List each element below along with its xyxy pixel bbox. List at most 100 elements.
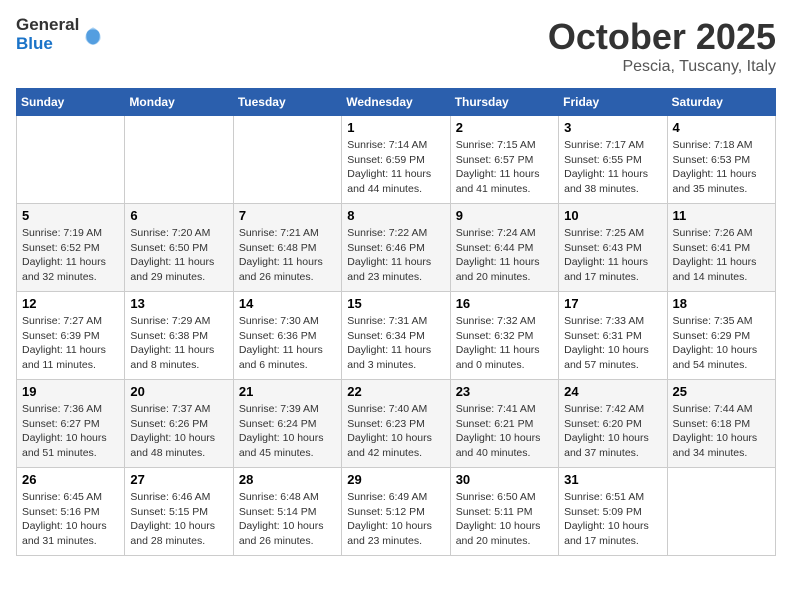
day-cell: 28 Sunrise: 6:48 AM Sunset: 5:14 PM Dayli… (233, 468, 341, 556)
month-title: October 2025 (548, 16, 776, 58)
title-block: October 2025 Pescia, Tuscany, Italy (548, 16, 776, 76)
day-info: Sunrise: 6:46 AM Sunset: 5:15 PM Dayligh… (130, 490, 227, 549)
weekday-header-sunday: Sunday (17, 89, 125, 116)
weekday-header-friday: Friday (559, 89, 667, 116)
day-cell: 10 Sunrise: 7:25 AM Sunset: 6:43 PM Dayli… (559, 204, 667, 292)
day-cell: 12 Sunrise: 7:27 AM Sunset: 6:39 PM Dayli… (17, 292, 125, 380)
day-number: 26 (22, 472, 119, 487)
day-info: Sunrise: 7:29 AM Sunset: 6:38 PM Dayligh… (130, 314, 227, 373)
weekday-header-row: SundayMondayTuesdayWednesdayThursdayFrid… (17, 89, 776, 116)
day-info: Sunrise: 7:31 AM Sunset: 6:34 PM Dayligh… (347, 314, 444, 373)
day-number: 31 (564, 472, 661, 487)
weekday-header-monday: Monday (125, 89, 233, 116)
day-info: Sunrise: 7:21 AM Sunset: 6:48 PM Dayligh… (239, 226, 336, 285)
day-cell: 7 Sunrise: 7:21 AM Sunset: 6:48 PM Daylig… (233, 204, 341, 292)
day-cell: 19Sunrise: 7:36 AM Sunset: 6:27 PM Dayli… (17, 380, 125, 468)
day-cell: 1Sunrise: 7:14 AM Sunset: 6:59 PM Daylig… (342, 116, 450, 204)
weekday-header-thursday: Thursday (450, 89, 558, 116)
day-number: 7 (239, 208, 336, 223)
day-info: Sunrise: 7:37 AM Sunset: 6:26 PM Dayligh… (130, 402, 227, 461)
day-info: Sunrise: 6:51 AM Sunset: 5:09 PM Dayligh… (564, 490, 661, 549)
day-number: 11 (673, 208, 770, 223)
day-cell: 13 Sunrise: 7:29 AM Sunset: 6:38 PM Dayli… (125, 292, 233, 380)
calendar-table: SundayMondayTuesdayWednesdayThursdayFrid… (16, 88, 776, 556)
day-number: 13 (130, 296, 227, 311)
day-number: 5 (22, 208, 119, 223)
day-info: Sunrise: 7:22 AM Sunset: 6:46 PM Dayligh… (347, 226, 444, 285)
day-info: Sunrise: 6:45 AM Sunset: 5:16 PM Dayligh… (22, 490, 119, 549)
day-info: Sunrise: 7:41 AM Sunset: 6:21 PM Dayligh… (456, 402, 553, 461)
logo: General Blue (16, 16, 103, 53)
day-info: Sunrise: 7:35 AM Sunset: 6:29 PM Dayligh… (673, 314, 770, 373)
day-info: Sunrise: 6:50 AM Sunset: 5:11 PM Dayligh… (456, 490, 553, 549)
day-info: Sunrise: 6:48 AM Sunset: 5:14 PM Dayligh… (239, 490, 336, 549)
day-cell: 21Sunrise: 7:39 AM Sunset: 6:24 PM Dayli… (233, 380, 341, 468)
logo-icon (83, 26, 103, 46)
day-number: 15 (347, 296, 444, 311)
day-cell: 14 Sunrise: 7:30 AM Sunset: 6:36 PM Dayli… (233, 292, 341, 380)
day-cell (667, 468, 775, 556)
day-number: 24 (564, 384, 661, 399)
day-number: 9 (456, 208, 553, 223)
day-number: 17 (564, 296, 661, 311)
day-info: Sunrise: 7:27 AM Sunset: 6:39 PM Dayligh… (22, 314, 119, 373)
day-cell: 5Sunrise: 7:19 AM Sunset: 6:52 PM Daylig… (17, 204, 125, 292)
location-subtitle: Pescia, Tuscany, Italy (548, 58, 776, 76)
day-number: 28 (239, 472, 336, 487)
day-info: Sunrise: 7:15 AM Sunset: 6:57 PM Dayligh… (456, 138, 553, 197)
day-info: Sunrise: 7:40 AM Sunset: 6:23 PM Dayligh… (347, 402, 444, 461)
day-number: 4 (673, 120, 770, 135)
day-info: Sunrise: 7:36 AM Sunset: 6:27 PM Dayligh… (22, 402, 119, 461)
day-number: 1 (347, 120, 444, 135)
day-number: 25 (673, 384, 770, 399)
day-cell: 11 Sunrise: 7:26 AM Sunset: 6:41 PM Dayli… (667, 204, 775, 292)
day-number: 3 (564, 120, 661, 135)
logo-text: General Blue (16, 16, 79, 53)
day-number: 10 (564, 208, 661, 223)
day-info: Sunrise: 7:33 AM Sunset: 6:31 PM Dayligh… (564, 314, 661, 373)
day-number: 16 (456, 296, 553, 311)
day-info: Sunrise: 7:17 AM Sunset: 6:55 PM Dayligh… (564, 138, 661, 197)
day-info: Sunrise: 7:25 AM Sunset: 6:43 PM Dayligh… (564, 226, 661, 285)
day-cell (17, 116, 125, 204)
day-info: Sunrise: 7:18 AM Sunset: 6:53 PM Dayligh… (673, 138, 770, 197)
day-number: 6 (130, 208, 227, 223)
day-cell: 27 Sunrise: 6:46 AM Sunset: 5:15 PM Dayli… (125, 468, 233, 556)
day-number: 29 (347, 472, 444, 487)
day-cell: 15 Sunrise: 7:31 AM Sunset: 6:34 PM Dayli… (342, 292, 450, 380)
day-info: Sunrise: 7:26 AM Sunset: 6:41 PM Dayligh… (673, 226, 770, 285)
day-number: 2 (456, 120, 553, 135)
day-cell: 22Sunrise: 7:40 AM Sunset: 6:23 PM Dayli… (342, 380, 450, 468)
day-number: 12 (22, 296, 119, 311)
weekday-header-wednesday: Wednesday (342, 89, 450, 116)
day-number: 8 (347, 208, 444, 223)
day-info: Sunrise: 7:30 AM Sunset: 6:36 PM Dayligh… (239, 314, 336, 373)
day-cell: 8 Sunrise: 7:22 AM Sunset: 6:46 PM Daylig… (342, 204, 450, 292)
day-number: 23 (456, 384, 553, 399)
weekday-header-tuesday: Tuesday (233, 89, 341, 116)
day-cell: 16 Sunrise: 7:32 AM Sunset: 6:32 PM Dayli… (450, 292, 558, 380)
logo-blue: Blue (16, 35, 79, 54)
day-number: 14 (239, 296, 336, 311)
day-cell: 4 Sunrise: 7:18 AM Sunset: 6:53 PM Daylig… (667, 116, 775, 204)
week-row-2: 5Sunrise: 7:19 AM Sunset: 6:52 PM Daylig… (17, 204, 776, 292)
day-cell (233, 116, 341, 204)
day-cell: 20Sunrise: 7:37 AM Sunset: 6:26 PM Dayli… (125, 380, 233, 468)
logo-general: General (16, 16, 79, 35)
day-cell: 29 Sunrise: 6:49 AM Sunset: 5:12 PM Dayli… (342, 468, 450, 556)
day-cell: 18Sunrise: 7:35 AM Sunset: 6:29 PM Dayli… (667, 292, 775, 380)
day-info: Sunrise: 7:42 AM Sunset: 6:20 PM Dayligh… (564, 402, 661, 461)
day-info: Sunrise: 6:49 AM Sunset: 5:12 PM Dayligh… (347, 490, 444, 549)
day-cell: 3 Sunrise: 7:17 AM Sunset: 6:55 PM Daylig… (559, 116, 667, 204)
day-number: 27 (130, 472, 227, 487)
day-info: Sunrise: 7:32 AM Sunset: 6:32 PM Dayligh… (456, 314, 553, 373)
day-info: Sunrise: 7:20 AM Sunset: 6:50 PM Dayligh… (130, 226, 227, 285)
day-cell: 25 Sunrise: 7:44 AM Sunset: 6:18 PM Dayli… (667, 380, 775, 468)
day-number: 30 (456, 472, 553, 487)
weekday-header-saturday: Saturday (667, 89, 775, 116)
day-number: 21 (239, 384, 336, 399)
day-cell: 30 Sunrise: 6:50 AM Sunset: 5:11 PM Dayli… (450, 468, 558, 556)
day-cell: 17 Sunrise: 7:33 AM Sunset: 6:31 PM Dayli… (559, 292, 667, 380)
day-info: Sunrise: 7:44 AM Sunset: 6:18 PM Dayligh… (673, 402, 770, 461)
day-info: Sunrise: 7:24 AM Sunset: 6:44 PM Dayligh… (456, 226, 553, 285)
